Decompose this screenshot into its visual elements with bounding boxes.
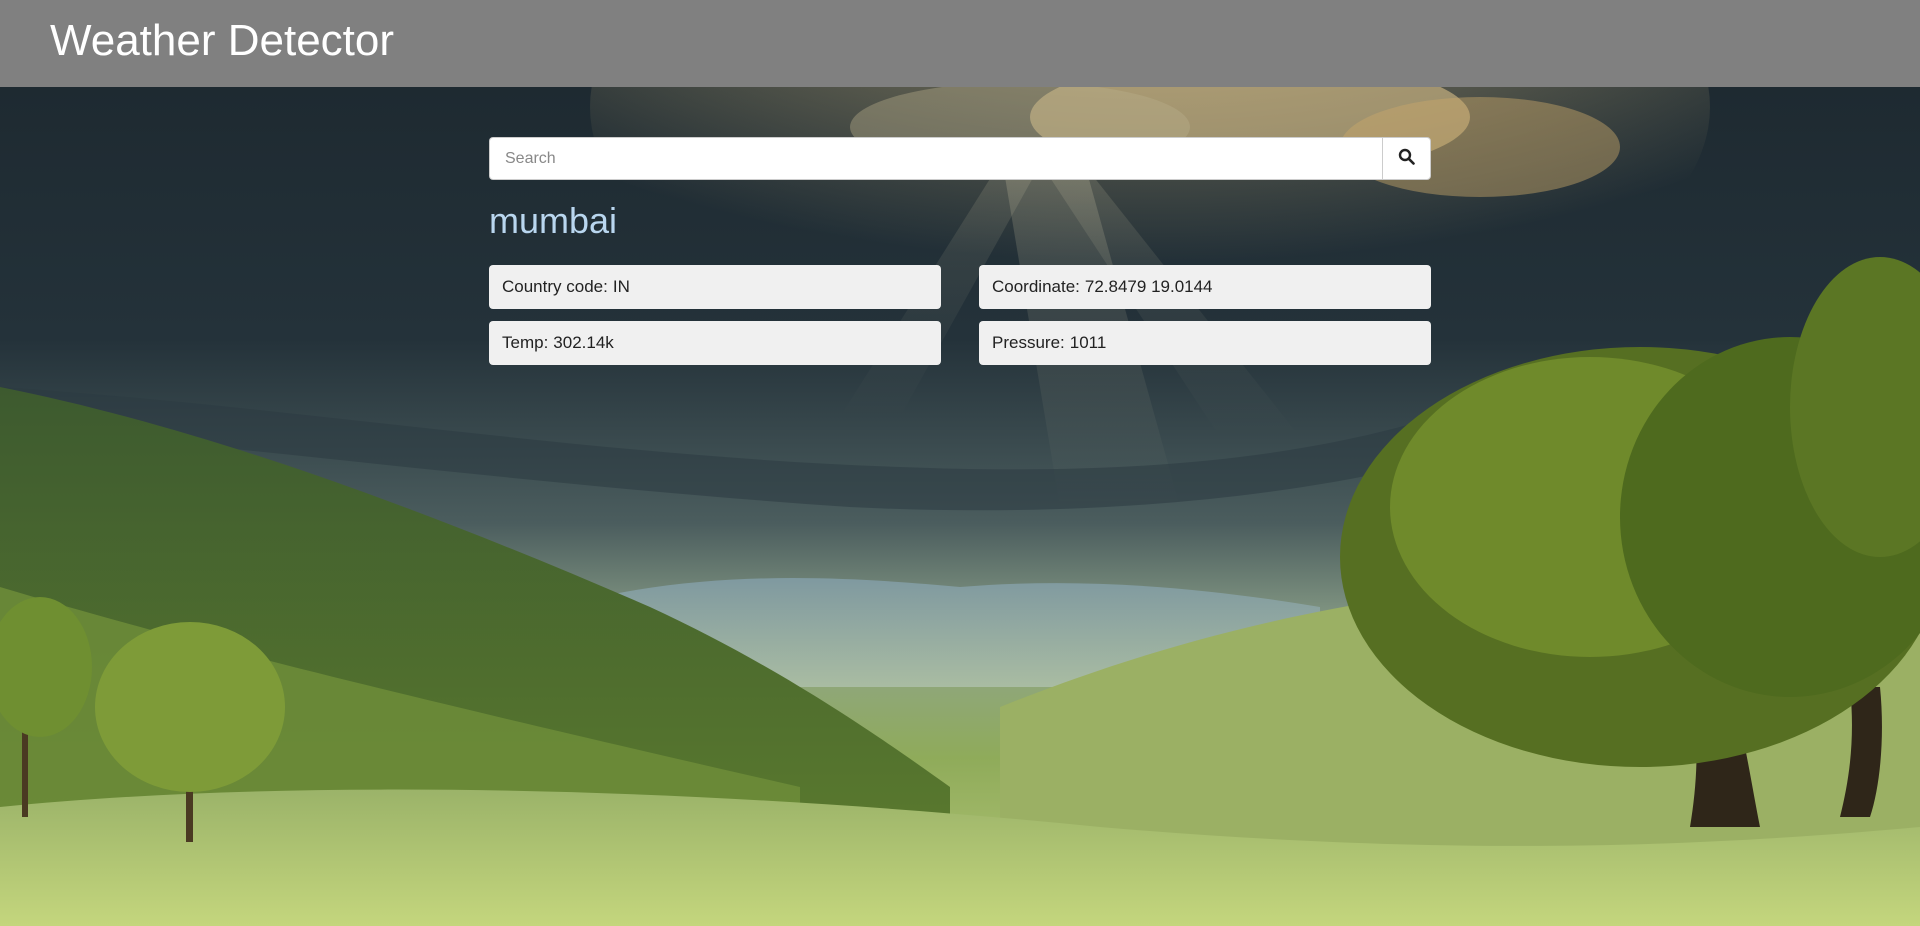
pressure-card: Pressure: 1011 [979, 321, 1431, 365]
search-input[interactable] [489, 137, 1382, 180]
temp-card: Temp: 302.14k [489, 321, 941, 365]
search-bar [489, 137, 1431, 180]
search-button[interactable] [1382, 137, 1431, 180]
coordinate-label: Coordinate: [992, 277, 1080, 296]
city-name: mumbai [489, 200, 618, 241]
coordinate-card: Coordinate: 72.8479 19.0144 [979, 265, 1431, 309]
coordinate-value: 72.8479 19.0144 [1084, 277, 1213, 296]
background-landscape-image [0, 87, 1920, 926]
pressure-label: Pressure: [992, 333, 1065, 352]
country-code-label: Country code: [502, 277, 608, 296]
search-icon [1398, 148, 1415, 170]
app-title: Weather Detector [50, 15, 395, 65]
country-code-card: Country code: IN [489, 265, 941, 309]
temp-value: 302.14k [553, 333, 614, 352]
temp-label: Temp: [502, 333, 549, 352]
app-header: Weather Detector [0, 0, 1920, 87]
pressure-value: 1011 [1069, 333, 1107, 352]
country-code-value: IN [612, 277, 630, 296]
landscape-illustration [0, 87, 1920, 926]
